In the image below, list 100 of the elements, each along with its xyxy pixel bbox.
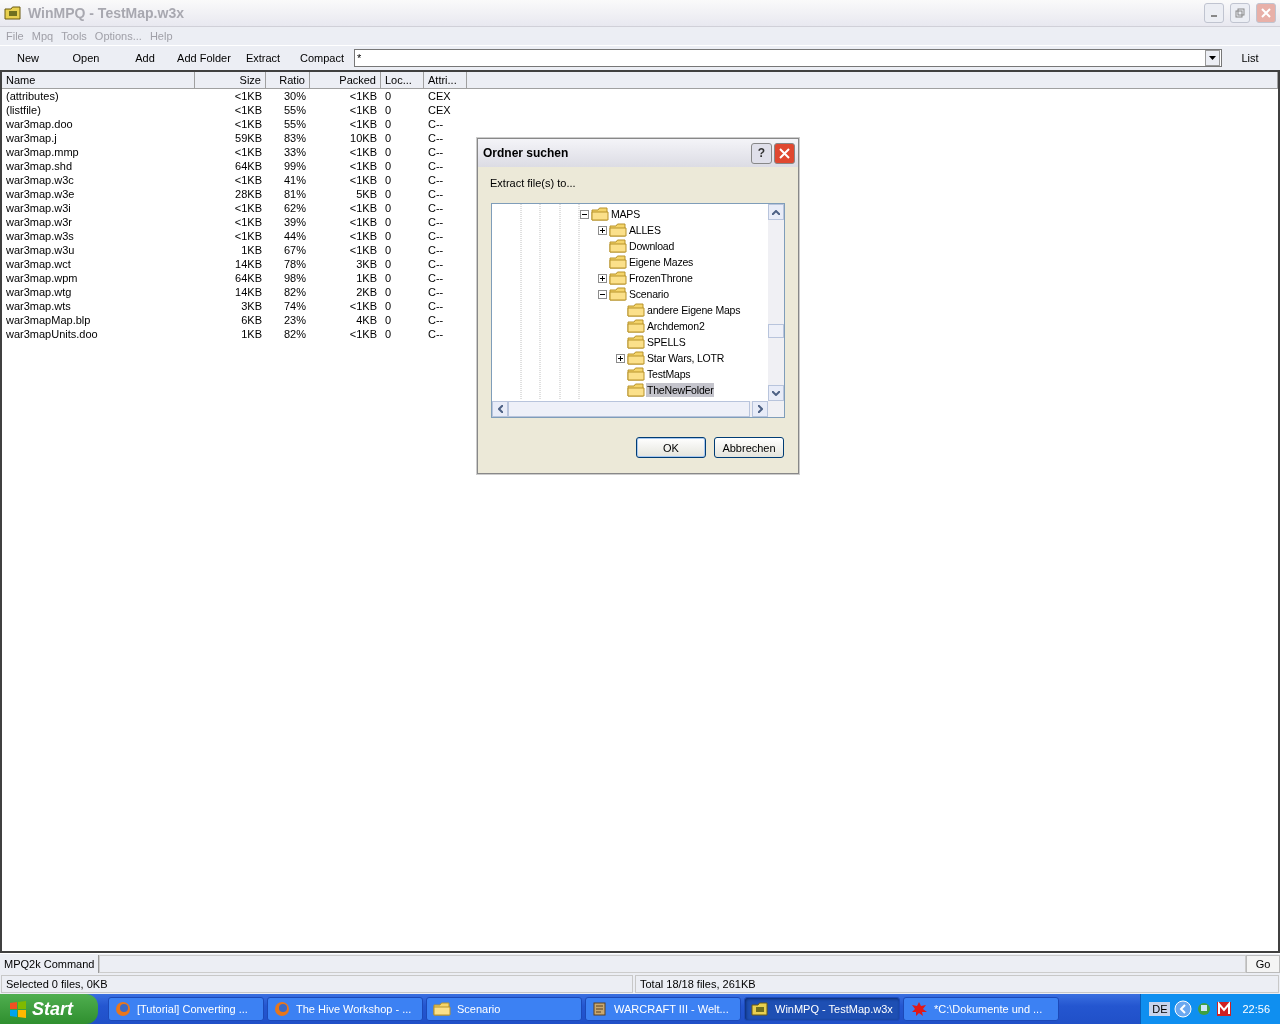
column-header[interactable]: Attri... (424, 72, 467, 89)
minus-icon[interactable] (580, 209, 589, 219)
toolbar-button[interactable]: Extract (234, 52, 292, 64)
tree-item[interactable]: Download (628, 239, 676, 253)
taskbar-button[interactable]: The Hive Workshop - ... (267, 997, 423, 1021)
dialog-button[interactable]: Abbrechen (714, 437, 784, 458)
table-cell-text: C-- (427, 145, 445, 159)
globe-icon (115, 1001, 131, 1017)
table-cell-text: 0 (384, 215, 393, 229)
scroll-left-button[interactable] (492, 401, 508, 417)
scroll-down-button[interactable] (768, 385, 784, 401)
table-cell-text: war3map.w3i (5, 201, 72, 215)
table-cell-text: war3map.w3r (5, 215, 74, 229)
table-cell-text: C-- (427, 285, 445, 299)
tree-item[interactable]: ALLES (628, 223, 662, 237)
table-cell-text: CEX (427, 89, 452, 103)
taskbar-button[interactable]: [Tutorial] Converting ... (108, 997, 264, 1021)
tree-item[interactable]: Eigene Mazes (628, 255, 695, 269)
flag-icon (8, 1000, 28, 1018)
table-cell-text: war3map.w3c (5, 173, 75, 187)
m-logo-icon[interactable] (1216, 1001, 1233, 1017)
dialog-title: Ordner suchen (483, 146, 570, 160)
tree-item[interactable]: andere Eigene Maps (646, 303, 742, 317)
toolbar-button[interactable]: Compact (292, 52, 352, 64)
toolbar-button[interactable]: Add (116, 52, 174, 64)
folder-tree[interactable]: MAPS ALLES Download Eigene Mazes FrozenThrone Scenario andere Eigene Maps Archdemon2 SPELLS Star Wars, LOTR TestMaps TheNewFolder (491, 203, 785, 418)
column-header[interactable]: Name (2, 72, 195, 89)
table-cell-text: <1KB (348, 327, 378, 341)
taskbar-button[interactable]: WinMPQ - TestMap.w3x (744, 997, 900, 1021)
tree-item[interactable]: Scenario (628, 287, 670, 301)
go-button[interactable]: Go (1246, 955, 1280, 973)
filter-field[interactable]: * (354, 49, 1222, 67)
table-cell-text: 44% (282, 229, 307, 243)
table-cell-text: 98% (282, 271, 307, 285)
table-cell-text: 0 (384, 257, 393, 271)
table-cell-text: 62% (282, 201, 307, 215)
minimize-button[interactable] (1204, 3, 1224, 23)
taskbar-button[interactable]: WARCRAFT III - Welt... (585, 997, 741, 1021)
tree-item[interactable]: TestMaps (646, 367, 692, 381)
close-button[interactable] (774, 142, 795, 164)
table-cell-text: war3map.mmp (5, 145, 80, 159)
column-header[interactable]: Loc... (381, 72, 424, 89)
list-button[interactable]: List (1220, 51, 1280, 65)
column-header[interactable]: Ratio (266, 72, 310, 89)
dropdown-button[interactable] (1205, 50, 1220, 66)
table-cell-text: 23% (282, 313, 307, 327)
table-cell-text: war3map.shd (5, 159, 74, 173)
table-cell-text: <1KB (233, 89, 263, 103)
taskbar-button[interactable]: Scenario (426, 997, 582, 1021)
table-cell-text: <1KB (348, 173, 378, 187)
tree-item[interactable]: Star Wars, LOTR (646, 351, 726, 365)
table-cell-text: <1KB (348, 117, 378, 131)
table-cell-text: 64KB (234, 271, 263, 285)
table-cell-text: 14KB (234, 257, 263, 271)
caret-icon (1209, 56, 1216, 60)
folder-icon (751, 1002, 769, 1016)
plus-icon[interactable] (598, 225, 607, 235)
folder-icon (609, 239, 627, 253)
table-cell-text: 0 (384, 201, 393, 215)
table-cell-text: 74% (282, 299, 307, 313)
toolbar-button[interactable]: New (0, 52, 56, 64)
chevron-icon[interactable] (1174, 1000, 1193, 1018)
taskbar-button[interactable]: *C:\Dokumente und ... (903, 997, 1059, 1021)
tree-item[interactable]: SPELLS (646, 335, 687, 349)
folder-icon (609, 255, 627, 269)
command-field[interactable] (99, 955, 1246, 973)
table-cell-text: 3KB (355, 257, 378, 271)
toolbar-button[interactable]: Add Folder (174, 52, 234, 64)
scroll-thumb[interactable] (508, 401, 750, 417)
table-cell-text: 81% (282, 187, 307, 201)
table-cell-text: 41% (282, 173, 307, 187)
table-cell-text: 83% (282, 131, 307, 145)
plus-icon[interactable] (598, 273, 607, 283)
toolbar-button[interactable]: Open (56, 52, 116, 64)
scroll-up-button[interactable] (768, 204, 784, 220)
plus-icon[interactable] (616, 353, 625, 363)
table-cell-text: C-- (427, 271, 445, 285)
table-cell-text: C-- (427, 117, 445, 131)
column-header[interactable]: Packed (310, 72, 381, 89)
help-button[interactable]: ? (751, 142, 772, 164)
language-indicator[interactable]: DE (1149, 1002, 1171, 1016)
tree-item[interactable]: MAPS (610, 207, 641, 221)
table-cell-text: (listfile) (5, 103, 42, 117)
table-cell-text: <1KB (233, 103, 263, 117)
folder-icon (627, 351, 645, 365)
tree-item[interactable]: Archdemon2 (646, 319, 706, 333)
table-cell-text: <1KB (348, 229, 378, 243)
table-cell-text: 3KB (240, 299, 263, 313)
table-cell-text: 55% (282, 117, 307, 131)
dialog-button[interactable]: OK (636, 437, 706, 458)
network-icon[interactable] (1196, 1001, 1213, 1017)
scroll-right-button[interactable] (752, 401, 768, 417)
tree-item[interactable]: FrozenThrone (628, 271, 694, 285)
table-cell-text: 0 (384, 187, 393, 201)
table-cell-text: 67% (282, 243, 307, 257)
tree-item[interactable]: TheNewFolder (646, 383, 715, 397)
table-cell-text: C-- (427, 229, 445, 243)
column-header[interactable]: Size (195, 72, 266, 89)
minus-icon[interactable] (598, 289, 607, 299)
scroll-thumb[interactable] (768, 324, 784, 338)
